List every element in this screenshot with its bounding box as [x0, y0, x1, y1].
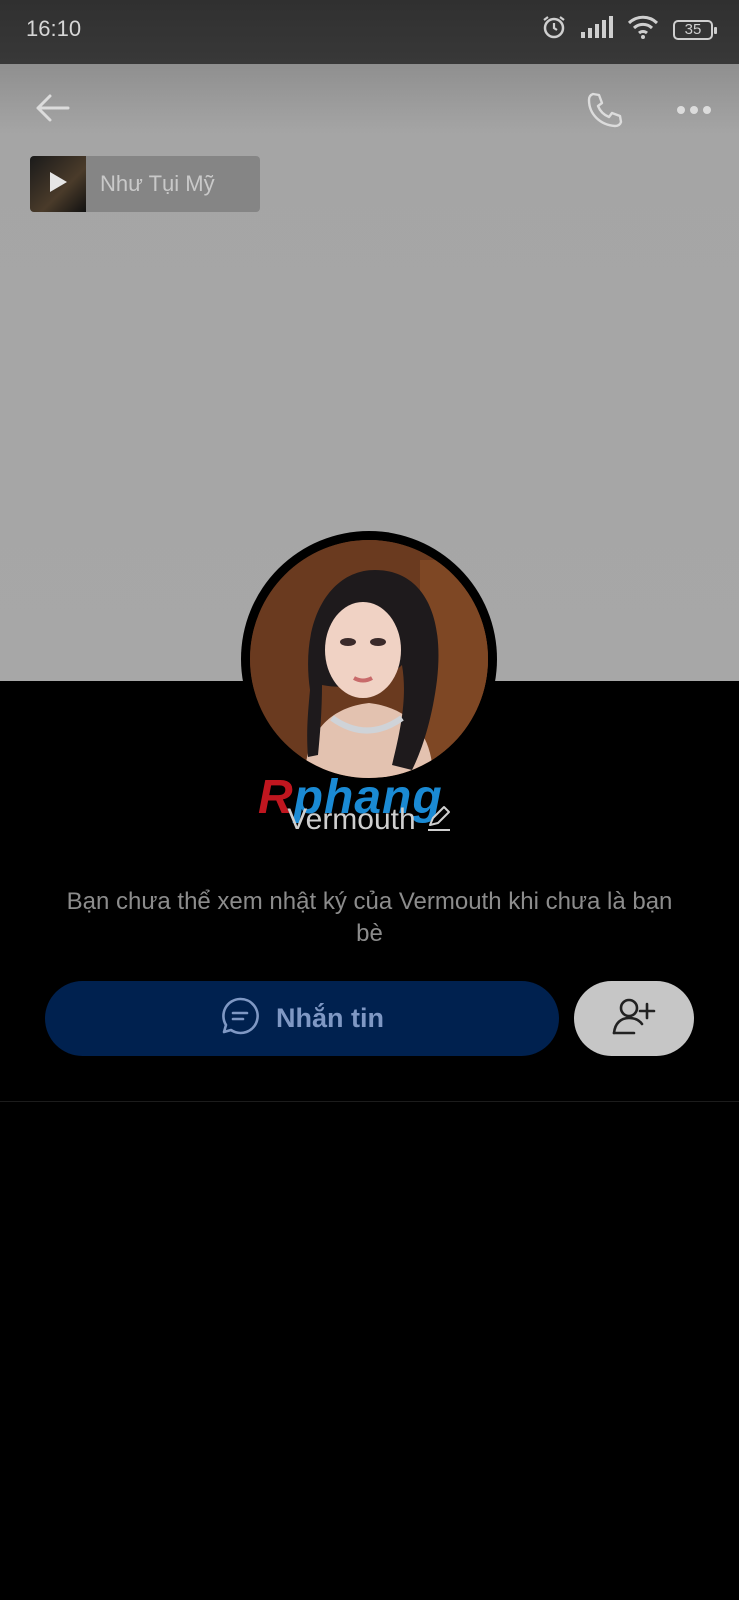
status-bar: 16:10 35	[0, 0, 739, 64]
message-button-label: Nhắn tin	[276, 1003, 384, 1033]
back-arrow-icon[interactable]	[30, 86, 74, 130]
profile-name-row: Vermouth	[0, 800, 739, 840]
battery-icon: 35	[673, 19, 717, 40]
profile-name: Vermouth	[287, 803, 416, 836]
message-button[interactable]: Nhắn tin	[45, 981, 559, 1056]
more-icon[interactable]	[672, 88, 716, 132]
add-friend-button[interactable]	[574, 981, 694, 1056]
profile-music[interactable]: Như Tụi Mỹ	[30, 156, 260, 212]
avatar-photo	[250, 540, 488, 778]
phone-icon[interactable]	[582, 88, 626, 132]
play-icon[interactable]	[48, 171, 68, 198]
add-friend-icon	[612, 996, 656, 1041]
wifi-icon	[627, 15, 659, 44]
privacy-notice: Bạn chưa thể xem nhật ký của Vermouth kh…	[66, 888, 673, 947]
status-time: 16:10	[26, 16, 82, 41]
top-bar	[0, 64, 739, 154]
music-title: Như Tụi Mỹ	[100, 171, 215, 196]
edit-icon[interactable]	[426, 805, 452, 836]
divider	[0, 1101, 739, 1102]
avatar[interactable]	[241, 531, 497, 787]
status-icons: 35	[541, 14, 717, 45]
signal-icon	[581, 16, 613, 43]
chat-icon	[220, 996, 260, 1041]
music-cover	[30, 156, 86, 212]
alarm-icon	[541, 14, 567, 45]
